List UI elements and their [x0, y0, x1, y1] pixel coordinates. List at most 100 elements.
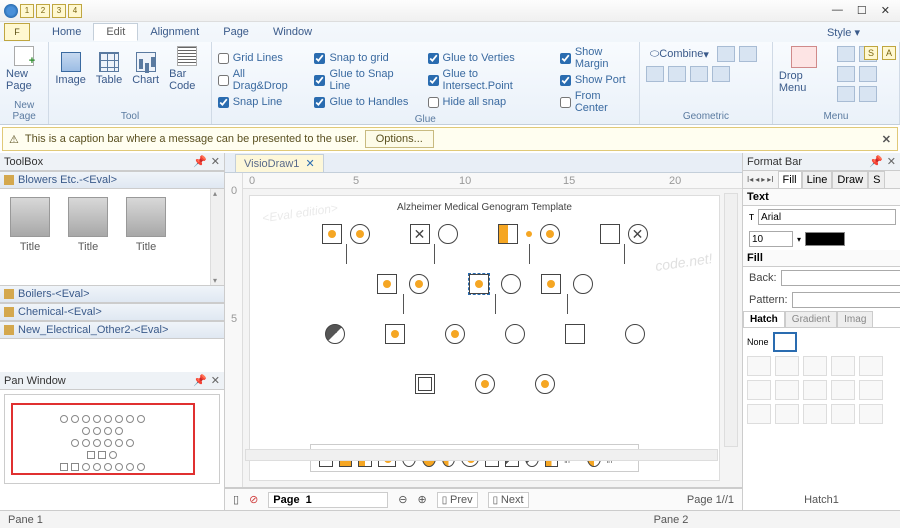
hatch-tab-gradient[interactable]: Gradient [785, 311, 837, 327]
tab-close-icon[interactable]: ✕ [305, 157, 314, 170]
hatch-cell[interactable] [747, 404, 771, 424]
acc-electrical[interactable]: New_Electrical_Other2-<Eval> [0, 321, 224, 339]
chk-gridlines[interactable]: Grid Lines [218, 52, 297, 64]
hatch-cell[interactable] [747, 356, 771, 376]
hatch-cell[interactable] [831, 356, 855, 376]
size-select[interactable] [749, 231, 793, 247]
canvas-scroll-h[interactable] [245, 449, 718, 461]
new-page-button[interactable]: New Page [6, 46, 42, 92]
tab-window[interactable]: Window [261, 24, 324, 40]
chart-button[interactable]: Chart [132, 52, 159, 86]
fmt-tab-line[interactable]: Line [802, 171, 833, 188]
chk-snapline[interactable]: Snap Line [218, 96, 297, 108]
geom-op-6[interactable] [712, 66, 730, 82]
tab-alignment[interactable]: Alignment [138, 24, 211, 40]
qat-1[interactable]: 1 [20, 4, 34, 18]
chk-glueverts[interactable]: Glue to Verties [428, 52, 542, 64]
hatch-tab-hatch[interactable]: Hatch [743, 311, 785, 327]
hatch-cell[interactable] [859, 380, 883, 400]
nav-delete[interactable]: ⊘ [249, 493, 258, 506]
nav-plus[interactable]: ⊕ [418, 493, 427, 506]
pan-window[interactable] [0, 390, 224, 510]
hatch-cell[interactable] [859, 356, 883, 376]
chk-fromcenter[interactable]: From Center [560, 90, 633, 114]
geom-op-2[interactable] [739, 46, 757, 62]
ft-prev[interactable]: ◂ [755, 175, 759, 184]
canvas-scroll-v[interactable] [724, 193, 738, 447]
tab-edit[interactable]: Edit [93, 23, 138, 41]
shape-thumb-1[interactable] [10, 197, 50, 237]
acc-boilers[interactable]: Boilers-<Eval> [0, 285, 224, 303]
chk-snapgrid[interactable]: Snap to grid [314, 52, 409, 64]
options-button[interactable]: Options... [365, 130, 434, 148]
drop-menu-button[interactable]: Drop Menu [779, 46, 829, 94]
badge-a[interactable]: A [882, 46, 896, 60]
prev-button[interactable]: ▯ Prev [437, 492, 478, 508]
qat-2[interactable]: 2 [36, 4, 50, 18]
ft-next[interactable]: ▸ [761, 175, 765, 184]
tab-page[interactable]: Page [211, 24, 261, 40]
fmt-tab-s[interactable]: S [868, 171, 885, 188]
toolbox-pin[interactable]: 📌 [193, 155, 207, 168]
nav-minus[interactable]: ⊖ [398, 493, 407, 506]
hatch-cell[interactable] [803, 356, 827, 376]
color-swatch[interactable] [805, 232, 845, 246]
combine-button[interactable]: ⬭Combine▾ [646, 46, 713, 62]
hatch-cell[interactable] [859, 404, 883, 424]
caption-close[interactable]: ✕ [882, 133, 891, 146]
hatch-cell[interactable] [831, 404, 855, 424]
geom-op-3[interactable] [646, 66, 664, 82]
format-pin[interactable]: 📌 [869, 155, 883, 168]
pattern-field[interactable] [792, 292, 900, 308]
image-button[interactable]: Image [55, 52, 86, 86]
m1[interactable] [837, 46, 855, 62]
hatch-cell[interactable] [775, 356, 799, 376]
geom-op-5[interactable] [690, 66, 708, 82]
barcode-button[interactable]: Bar Code [169, 46, 205, 92]
minimize-button[interactable]: — [832, 4, 843, 17]
panwin-pin[interactable]: 📌 [193, 374, 207, 387]
hatch-cell[interactable] [747, 380, 771, 400]
fmt-tab-draw[interactable]: Draw [832, 171, 868, 188]
chk-showmargin[interactable]: Show Margin [560, 46, 633, 70]
geom-op-1[interactable] [717, 46, 735, 62]
m5[interactable] [837, 86, 855, 102]
chk-dragdrop[interactable]: All Drag&Drop [218, 68, 297, 92]
hatch-cell[interactable] [803, 404, 827, 424]
toolbox-scrollbar[interactable] [210, 189, 224, 285]
chk-hidesnap[interactable]: Hide all snap [428, 96, 542, 108]
nav-first[interactable]: ▯ [233, 493, 239, 506]
hatch-cell[interactable] [831, 380, 855, 400]
panwin-close[interactable]: ✕ [211, 374, 220, 387]
close-button[interactable]: ✕ [881, 4, 890, 17]
page-field[interactable] [268, 492, 388, 508]
qat-3[interactable]: 3 [52, 4, 66, 18]
table-button[interactable]: Table [96, 52, 122, 86]
geometric-ops[interactable]: ⬭Combine▾ [646, 46, 766, 82]
acc-chemical[interactable]: Chemical-<Eval> [0, 303, 224, 321]
hatch-tab-image[interactable]: Imag [837, 311, 873, 327]
acc-blowers[interactable]: Blowers Etc.-<Eval> [0, 171, 224, 189]
hatch-cell[interactable] [775, 404, 799, 424]
tab-home[interactable]: Home [40, 24, 93, 40]
m4[interactable] [859, 66, 877, 82]
hatch-none[interactable] [773, 332, 797, 352]
ft-last[interactable]: ▸I [767, 175, 773, 184]
canvas[interactable]: 05 05 1015 20 Alzheimer Medical Genogram… [225, 173, 742, 488]
m3[interactable] [837, 66, 855, 82]
back-field[interactable] [781, 270, 900, 286]
shape-thumb-2[interactable] [68, 197, 108, 237]
maximize-button[interactable]: ☐ [857, 4, 867, 17]
chk-glueintersect[interactable]: Glue to Intersect.Point [428, 68, 542, 92]
badge-s[interactable]: S [864, 46, 878, 60]
chk-showport[interactable]: Show Port [560, 74, 633, 86]
file-button[interactable]: F [4, 23, 30, 41]
ft-first[interactable]: I◂ [747, 175, 753, 184]
chk-gluehandles[interactable]: Glue to Handles [314, 96, 409, 108]
geom-op-4[interactable] [668, 66, 686, 82]
document-tab[interactable]: VisioDraw1✕ [235, 154, 324, 172]
chk-gluesnap[interactable]: Glue to Snap Line [314, 68, 409, 92]
hatch-cell[interactable] [775, 380, 799, 400]
font-select[interactable] [758, 209, 896, 225]
fmt-tab-fill[interactable]: Fill [778, 171, 802, 188]
